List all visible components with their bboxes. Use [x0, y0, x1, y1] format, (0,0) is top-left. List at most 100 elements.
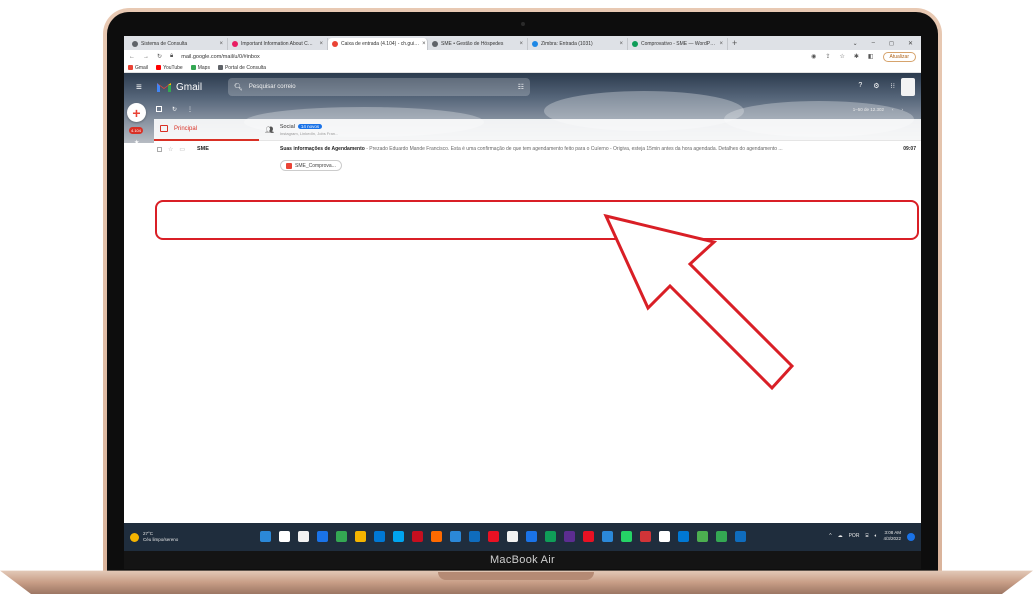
- taskbar-app-icon[interactable]: [507, 531, 518, 542]
- notification-icon[interactable]: [907, 533, 915, 541]
- tab-close-icon[interactable]: ×: [319, 41, 323, 47]
- gmail-title: Gmail: [176, 81, 203, 93]
- browser-tab[interactable]: SME • Gestão de Hóspedes ×: [428, 38, 528, 50]
- select-all-checkbox[interactable]: [156, 106, 162, 112]
- taskbar-app-icon[interactable]: [678, 531, 689, 542]
- new-count-badge: 14 novos: [297, 124, 323, 129]
- main-menu-icon[interactable]: ≡: [136, 82, 152, 93]
- taskbar-app-icon[interactable]: [716, 531, 727, 542]
- compose-button[interactable]: +: [127, 103, 146, 122]
- taskbar-app-icon[interactable]: [526, 531, 537, 542]
- snoozed-icon[interactable]: ●: [134, 149, 138, 155]
- taskbar-app-icon[interactable]: [469, 531, 480, 542]
- taskbar-app-icon[interactable]: [583, 531, 594, 542]
- tab-primary[interactable]: Principal: [154, 119, 259, 141]
- row-checkbox[interactable]: [157, 147, 162, 152]
- bookmark-star-icon[interactable]: ☆: [839, 53, 844, 60]
- windows-taskbar: 27°C Céu limpo/sereno ^ ☁ POR ⌸ 🔈︎ 3:08 …: [124, 523, 921, 551]
- taskbar-app-icon[interactable]: [621, 531, 632, 542]
- taskbar-app-icon[interactable]: [640, 531, 651, 542]
- reload-icon[interactable]: ↻: [157, 53, 162, 60]
- taskbar-app-icon[interactable]: [336, 531, 347, 542]
- search-options-icon[interactable]: ☷: [518, 83, 524, 91]
- tab-social-label: Social: [279, 123, 295, 130]
- browser-tab[interactable]: Important Information About C… ×: [228, 38, 328, 50]
- tab-close-icon[interactable]: ×: [719, 41, 723, 47]
- browser-tab[interactable]: Comprovativo - SME — WordP… ×: [628, 38, 728, 50]
- taskbar-app-icon[interactable]: [355, 531, 366, 542]
- clock[interactable]: 3:08 AM 4/3/2022: [883, 530, 901, 542]
- star-icon[interactable]: ☆: [168, 146, 173, 153]
- apps-grid-icon[interactable]: ⁝⁝: [891, 82, 895, 90]
- browser-tab[interactable]: Caixa de entrada (4.104) - ch.gui… ×: [328, 38, 428, 50]
- network-icon[interactable]: ⌸: [865, 533, 868, 539]
- new-tab-button[interactable]: +: [732, 38, 737, 48]
- starred-icon[interactable]: ★: [134, 139, 139, 146]
- maximize-icon[interactable]: ◻: [889, 40, 894, 47]
- account-avatar[interactable]: [901, 78, 915, 96]
- weather-widget[interactable]: 27°C Céu limpo/sereno: [124, 531, 244, 543]
- taskbar-app-icon[interactable]: [488, 531, 499, 542]
- close-window-icon[interactable]: ✕: [908, 40, 913, 47]
- refresh-icon[interactable]: ↻: [172, 106, 177, 113]
- taskbar-app-icon[interactable]: [374, 531, 385, 542]
- forward-icon[interactable]: →: [143, 54, 149, 60]
- browser-tab[interactable]: Sistema de Consulta ×: [128, 38, 228, 50]
- sent-icon[interactable]: ➤: [134, 159, 139, 166]
- taskbar-app-icon[interactable]: [697, 531, 708, 542]
- bookmark-icon: [128, 65, 133, 70]
- taskbar-app-icon[interactable]: [545, 531, 556, 542]
- tab-label: Important Information About C…: [241, 41, 313, 47]
- taskbar-app-icon[interactable]: [393, 531, 404, 542]
- taskbar-app-icon[interactable]: [412, 531, 423, 542]
- taskbar-app-icon[interactable]: [564, 531, 575, 542]
- bookmark-item[interactable]: Maps: [190, 65, 210, 71]
- tab-close-icon[interactable]: ×: [519, 41, 523, 47]
- tray-chevron-icon[interactable]: ^: [829, 533, 831, 539]
- more-options-icon[interactable]: ⋮: [187, 106, 193, 113]
- taskbar-app-icon[interactable]: [260, 531, 271, 542]
- search-icon[interactable]: 🔍︎: [234, 83, 243, 91]
- help-icon[interactable]: ?: [858, 82, 862, 90]
- attachment-chip[interactable]: SME_Comprova...: [280, 160, 342, 171]
- volume-icon[interactable]: 🔈︎: [874, 533, 877, 539]
- prev-page-icon[interactable]: ‹: [892, 107, 894, 112]
- bookmark-item[interactable]: Gmail: [128, 65, 148, 71]
- bookmark-item[interactable]: YouTube: [156, 65, 183, 71]
- lock-icon: 🔒︎: [170, 53, 174, 59]
- minimize-icon[interactable]: –: [872, 40, 875, 47]
- taskbar-app-icon[interactable]: [735, 531, 746, 542]
- address-bar: ← → ↻ 🔒︎ mail.google.com/mail/u/0/#inbox…: [124, 50, 921, 63]
- tab-close-icon[interactable]: ×: [422, 41, 426, 47]
- annotation-arrow: [603, 213, 795, 391]
- taskbar-app-icon[interactable]: [450, 531, 461, 542]
- url-field[interactable]: mail.google.com/mail/u/0/#inbox: [181, 54, 260, 60]
- tab-close-icon[interactable]: ×: [619, 41, 623, 47]
- language-indicator[interactable]: POR: [849, 533, 860, 539]
- location-icon[interactable]: ◉: [811, 53, 816, 60]
- bookmark-item[interactable]: Portal de Consulta: [217, 65, 266, 71]
- taskbar-app-icon[interactable]: [317, 531, 328, 542]
- header-icons: ? ⚙ ⁝⁝: [858, 82, 895, 90]
- search-input[interactable]: 🔍︎ Pesquisar correio ☷: [228, 78, 530, 96]
- tab-social[interactable]: 👥︎ Social 14 novos Instagram, LinkedIn, …: [259, 124, 338, 136]
- tab-close-icon[interactable]: ×: [219, 41, 223, 47]
- browser-tab[interactable]: Zimbra: Entrada (1031) ×: [528, 38, 628, 50]
- settings-gear-icon[interactable]: ⚙: [873, 82, 879, 90]
- tab-search-icon[interactable]: ⌄: [853, 40, 858, 47]
- onedrive-icon[interactable]: ☁: [838, 533, 843, 539]
- taskbar-app-icon[interactable]: [602, 531, 613, 542]
- taskbar-app-icon[interactable]: [659, 531, 670, 542]
- next-page-icon[interactable]: ›: [902, 107, 904, 112]
- taskbar-app-icon[interactable]: [298, 531, 309, 542]
- email-row[interactable]: ☆ ▭ SME Suas informações de Agendamento …: [154, 141, 921, 181]
- extensions-icon[interactable]: ✱: [854, 53, 859, 60]
- taskbar-app-icon[interactable]: [279, 531, 290, 542]
- profile-update-button[interactable]: Atualizar: [882, 51, 916, 62]
- taskbar-app-icon[interactable]: [431, 531, 442, 542]
- attachment-name: SME_Comprova...: [295, 162, 336, 169]
- share-icon[interactable]: ⇪: [825, 53, 830, 60]
- back-icon[interactable]: ←: [129, 54, 135, 60]
- important-marker-icon[interactable]: ▭: [179, 146, 185, 153]
- sidepanel-icon[interactable]: ◧: [868, 53, 874, 60]
